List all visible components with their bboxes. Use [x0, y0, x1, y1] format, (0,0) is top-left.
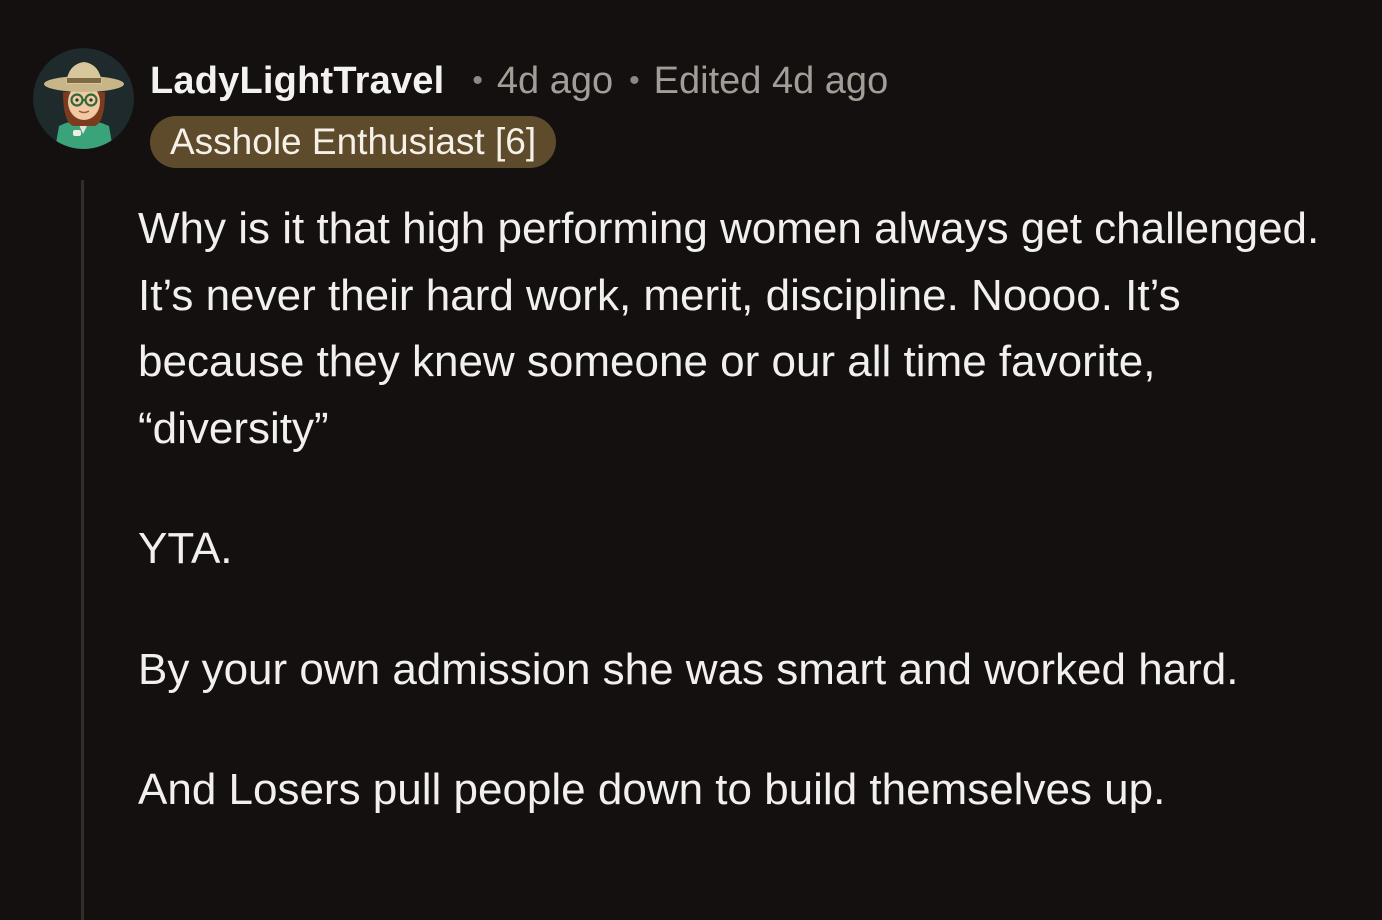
comment-paragraph: By your own admission she was smart and … — [138, 644, 1239, 694]
comment: LadyLightTravel • 4d ago • Edited 4d ago… — [0, 0, 1382, 920]
avatar[interactable] — [33, 48, 134, 149]
cowboy-hat-avatar-icon — [33, 48, 134, 149]
separator-dot: • — [629, 64, 640, 97]
user-flair: Asshole Enthusiast [6] — [150, 116, 557, 168]
author-username[interactable]: LadyLightTravel — [150, 60, 444, 103]
comment-header: LadyLightTravel • 4d ago • Edited 4d ago — [150, 58, 888, 104]
comment-paragraph: YTA. — [138, 524, 233, 573]
comment-body: Why is it that high performing women alw… — [138, 196, 1358, 878]
thread-line[interactable] — [81, 180, 84, 920]
separator-dot: • — [472, 64, 483, 97]
comment-paragraph: And Losers pull people down to build the… — [138, 765, 1166, 814]
posted-time[interactable]: 4d ago — [497, 60, 613, 103]
comment-paragraph: Why is it that high performing women alw… — [138, 204, 1320, 453]
edited-time: Edited 4d ago — [653, 59, 889, 102]
